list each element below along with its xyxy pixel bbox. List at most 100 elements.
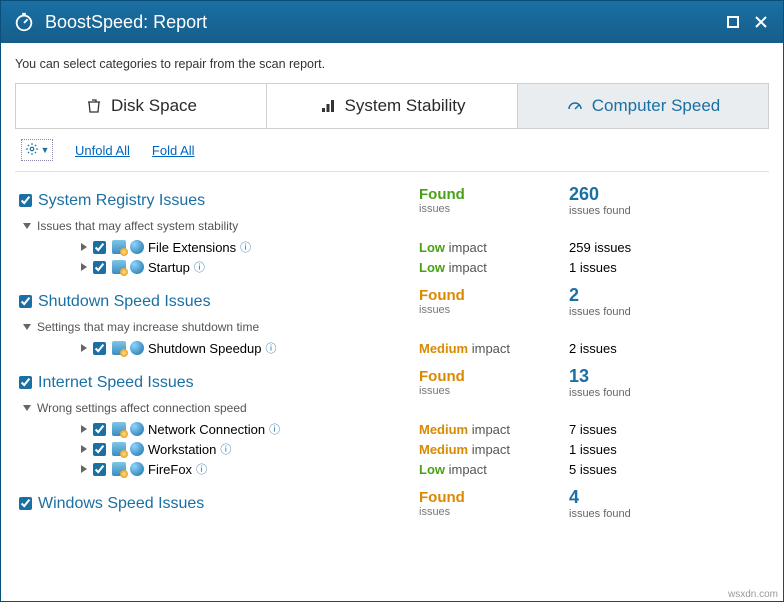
impact-suffix: impact	[468, 341, 510, 356]
info-icon[interactable]: ⓘ	[220, 441, 231, 457]
category-title[interactable]: Internet Speed Issues	[38, 374, 194, 392]
collapse-triangle-icon[interactable]	[23, 405, 31, 411]
issue-count: 4	[569, 487, 765, 508]
issue-item: FireFoxⓘLow impact5 issues	[19, 459, 765, 479]
issues-suffix: issues	[591, 240, 631, 255]
tab-label: Computer Speed	[592, 96, 721, 116]
item-name: Network Connection	[148, 422, 265, 437]
collapse-triangle-icon[interactable]	[23, 324, 31, 330]
category-checkbox[interactable]	[19, 295, 32, 308]
impact-suffix: impact	[445, 240, 487, 255]
chevron-down-icon: ▼	[41, 145, 50, 155]
intro-text: You can select categories to repair from…	[15, 57, 769, 71]
issues-list[interactable]: System Registry IssuesFoundissues260issu…	[15, 178, 769, 601]
category-title[interactable]: Shutdown Speed Issues	[38, 293, 211, 311]
category: Windows Speed Issues Foundissues4issues f…	[15, 481, 765, 522]
tab-label: Disk Space	[111, 96, 197, 116]
category-title[interactable]: System Registry Issues	[38, 192, 205, 210]
item-checkbox[interactable]	[93, 241, 106, 254]
issue-item: WorkstationⓘMedium impact1 issues	[19, 439, 765, 459]
category-header-row: Internet Speed IssuesFoundissues13issues…	[19, 366, 765, 399]
impact-level: Low	[419, 462, 445, 477]
info-icon[interactable]: ⓘ	[265, 340, 276, 356]
category: System Registry IssuesFoundissues260issu…	[15, 178, 765, 279]
content-area: You can select categories to repair from…	[1, 43, 783, 601]
app-logo-stopwatch-icon	[13, 11, 35, 33]
category-subtitle: Settings that may increase shutdown time	[23, 320, 765, 334]
issues-found-label: issues found	[569, 508, 765, 520]
issues-sublabel: issues	[419, 203, 569, 215]
impact-suffix: impact	[468, 422, 510, 437]
issues-suffix: issues	[576, 341, 616, 356]
category-header-row: System Registry IssuesFoundissues260issu…	[19, 184, 765, 217]
issue-count: 2	[569, 285, 765, 306]
tab-label: System Stability	[345, 96, 466, 116]
impact-level: Medium	[419, 442, 468, 457]
maximize-button[interactable]	[723, 12, 743, 32]
issue-item: Network ConnectionⓘMedium impact7 issues	[19, 419, 765, 439]
registry-icon	[112, 442, 126, 456]
tab-disk-space[interactable]: Disk Space	[16, 84, 267, 128]
expand-triangle-icon[interactable]	[81, 445, 87, 453]
close-button[interactable]	[751, 12, 771, 32]
item-checkbox[interactable]	[93, 423, 106, 436]
info-icon[interactable]: ⓘ	[194, 259, 205, 275]
category-checkbox[interactable]	[19, 194, 32, 207]
unfold-all-link[interactable]: Unfold All	[75, 143, 130, 158]
expand-triangle-icon[interactable]	[81, 465, 87, 473]
info-icon[interactable]: ⓘ	[196, 461, 207, 477]
expand-triangle-icon[interactable]	[81, 263, 87, 271]
category-header-row: Windows Speed Issues Foundissues4issues f…	[19, 487, 765, 520]
found-label: Found	[419, 489, 569, 506]
info-icon[interactable]: ⓘ	[240, 239, 251, 255]
issues-found-label: issues found	[569, 387, 765, 399]
issue-count: 13	[569, 366, 765, 387]
category-checkbox[interactable]	[19, 376, 32, 389]
issues-found-label: issues found	[569, 306, 765, 318]
impact-suffix: impact	[445, 462, 487, 477]
tab-system-stability[interactable]: System Stability	[267, 84, 518, 128]
item-name: FireFox	[148, 462, 192, 477]
item-checkbox[interactable]	[93, 443, 106, 456]
globe-icon	[130, 462, 144, 476]
expand-triangle-icon[interactable]	[81, 344, 87, 352]
tab-computer-speed[interactable]: Computer Speed	[518, 84, 768, 128]
issue-item: Shutdown SpeedupⓘMedium impact2 issues	[19, 338, 765, 358]
item-name: File Extensions	[148, 240, 236, 255]
found-label: Found	[419, 287, 569, 304]
item-checkbox[interactable]	[93, 463, 106, 476]
registry-icon	[112, 260, 126, 274]
item-name: Workstation	[148, 442, 216, 457]
divider	[15, 171, 769, 172]
category-title[interactable]: Windows Speed Issues	[38, 495, 204, 513]
expand-triangle-icon[interactable]	[81, 243, 87, 251]
expand-triangle-icon[interactable]	[81, 425, 87, 433]
registry-icon	[112, 341, 126, 355]
impact-level: Medium	[419, 341, 468, 356]
app-window: BoostSpeed: Report You can select catego…	[0, 0, 784, 602]
impact-suffix: impact	[468, 442, 510, 457]
issues-suffix: issues	[576, 442, 616, 457]
category-subtitle: Wrong settings affect connection speed	[23, 401, 765, 415]
impact-level: Medium	[419, 422, 468, 437]
item-count: 259	[569, 240, 591, 255]
registry-icon	[112, 462, 126, 476]
toolbar: ▼ Unfold All Fold All	[15, 129, 769, 171]
info-icon[interactable]: ⓘ	[269, 421, 280, 437]
fold-all-link[interactable]: Fold All	[152, 143, 195, 158]
category-header-row: Shutdown Speed IssuesFoundissues2issues …	[19, 285, 765, 318]
view-options-button[interactable]: ▼	[21, 139, 53, 161]
globe-icon	[130, 260, 144, 274]
category: Internet Speed IssuesFoundissues13issues…	[15, 360, 765, 481]
issues-sublabel: issues	[419, 506, 569, 518]
collapse-triangle-icon[interactable]	[23, 223, 31, 229]
category: Shutdown Speed Issues Found issues 2issues …	[15, 279, 765, 360]
category-checkbox[interactable]	[19, 497, 32, 510]
issues-found-label: issues found	[569, 205, 765, 217]
globe-icon	[130, 442, 144, 456]
item-checkbox[interactable]	[93, 261, 106, 274]
found-label: Found	[419, 186, 569, 203]
category-subtitle: Issues that may affect system stability	[23, 219, 765, 233]
issues-suffix: issues	[576, 462, 616, 477]
item-checkbox[interactable]	[93, 342, 106, 355]
